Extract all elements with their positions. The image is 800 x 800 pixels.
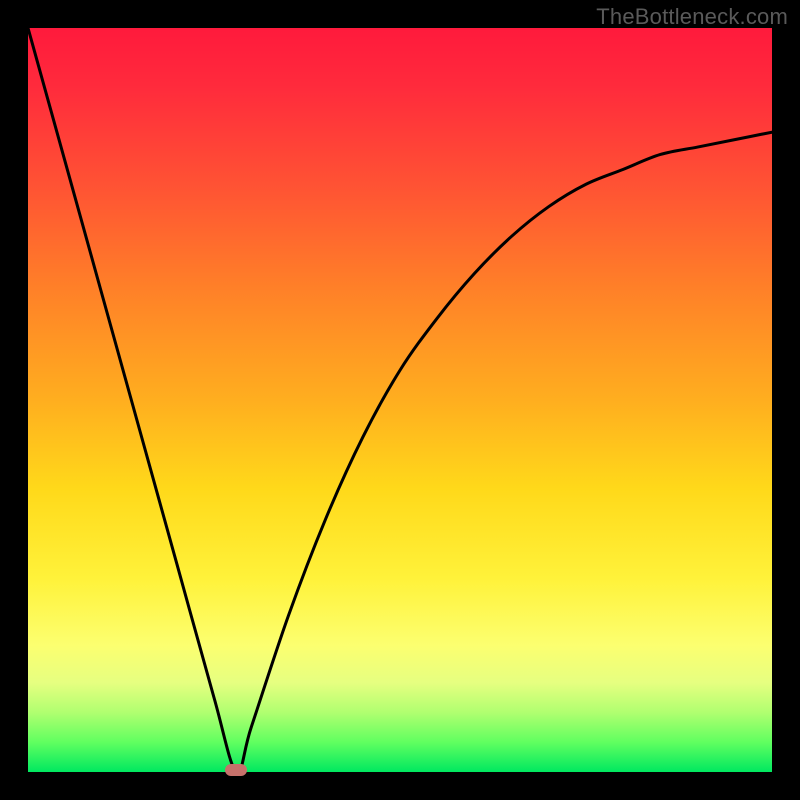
optimal-point-marker xyxy=(225,764,247,776)
chart-plot-area xyxy=(28,28,772,772)
watermark-text: TheBottleneck.com xyxy=(596,4,788,30)
bottleneck-curve xyxy=(28,28,772,772)
